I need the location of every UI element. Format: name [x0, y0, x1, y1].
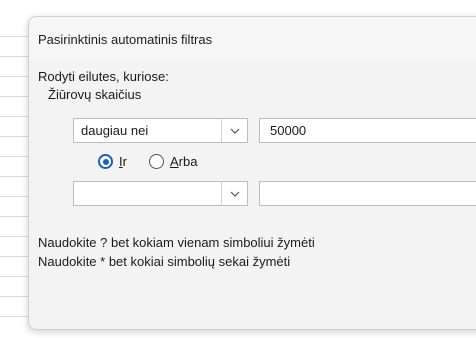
show-rows-label: Rodyti eilutes, kuriose: [38, 69, 169, 84]
condition1-value-text: 50000 [270, 123, 307, 138]
grid-line [0, 196, 28, 197]
condition2-value-input[interactable] [259, 181, 476, 206]
grid-line [0, 276, 28, 277]
and-radio[interactable] [98, 154, 113, 169]
dialog-title: Pasirinktinis automatinis filtras [38, 32, 213, 47]
condition1-value-input[interactable]: 50000 [259, 118, 476, 143]
chevron-down-icon [230, 191, 239, 197]
or-label-rest: rba [178, 154, 198, 169]
or-access-key: A [170, 154, 179, 169]
grid-line [0, 296, 28, 297]
condition2-operator-dropdown-button[interactable] [221, 182, 247, 205]
grid-line [0, 236, 28, 237]
grid-line [0, 136, 28, 137]
grid-line [0, 176, 28, 177]
and-label-rest: r [122, 154, 127, 169]
grid-line [0, 56, 28, 57]
or-radio[interactable] [149, 154, 164, 169]
wildcard-hint-sequence: Naudokite * bet kokiai simbolių sekai žy… [38, 254, 291, 269]
and-radio-label[interactable]: Ir [119, 154, 127, 169]
dialog-titlebar[interactable]: Pasirinktinis automatinis filtras [29, 17, 476, 61]
or-radio-label[interactable]: Arba [170, 154, 197, 169]
grid-line [0, 36, 28, 37]
custom-autofilter-dialog: Pasirinktinis automatinis filtras Rodyti… [28, 16, 476, 330]
condition1-operator-value: daugiau nei [81, 123, 149, 138]
field-name-label: Žiūrovų skaičius [48, 87, 142, 102]
condition1-operator-dropdown-button[interactable] [221, 119, 247, 142]
grid-line [0, 216, 28, 217]
condition1-operator-select[interactable]: daugiau nei [73, 118, 248, 143]
condition2-operator-select[interactable] [73, 181, 248, 206]
grid-line [0, 156, 28, 157]
chevron-down-icon [230, 128, 239, 134]
wildcard-hint-single: Naudokite ? bet kokiam vienam simboliui … [38, 235, 315, 250]
grid-line [0, 316, 28, 317]
grid-line [0, 116, 28, 117]
grid-line [0, 96, 28, 97]
grid-line [0, 256, 28, 257]
grid-line [0, 76, 28, 77]
